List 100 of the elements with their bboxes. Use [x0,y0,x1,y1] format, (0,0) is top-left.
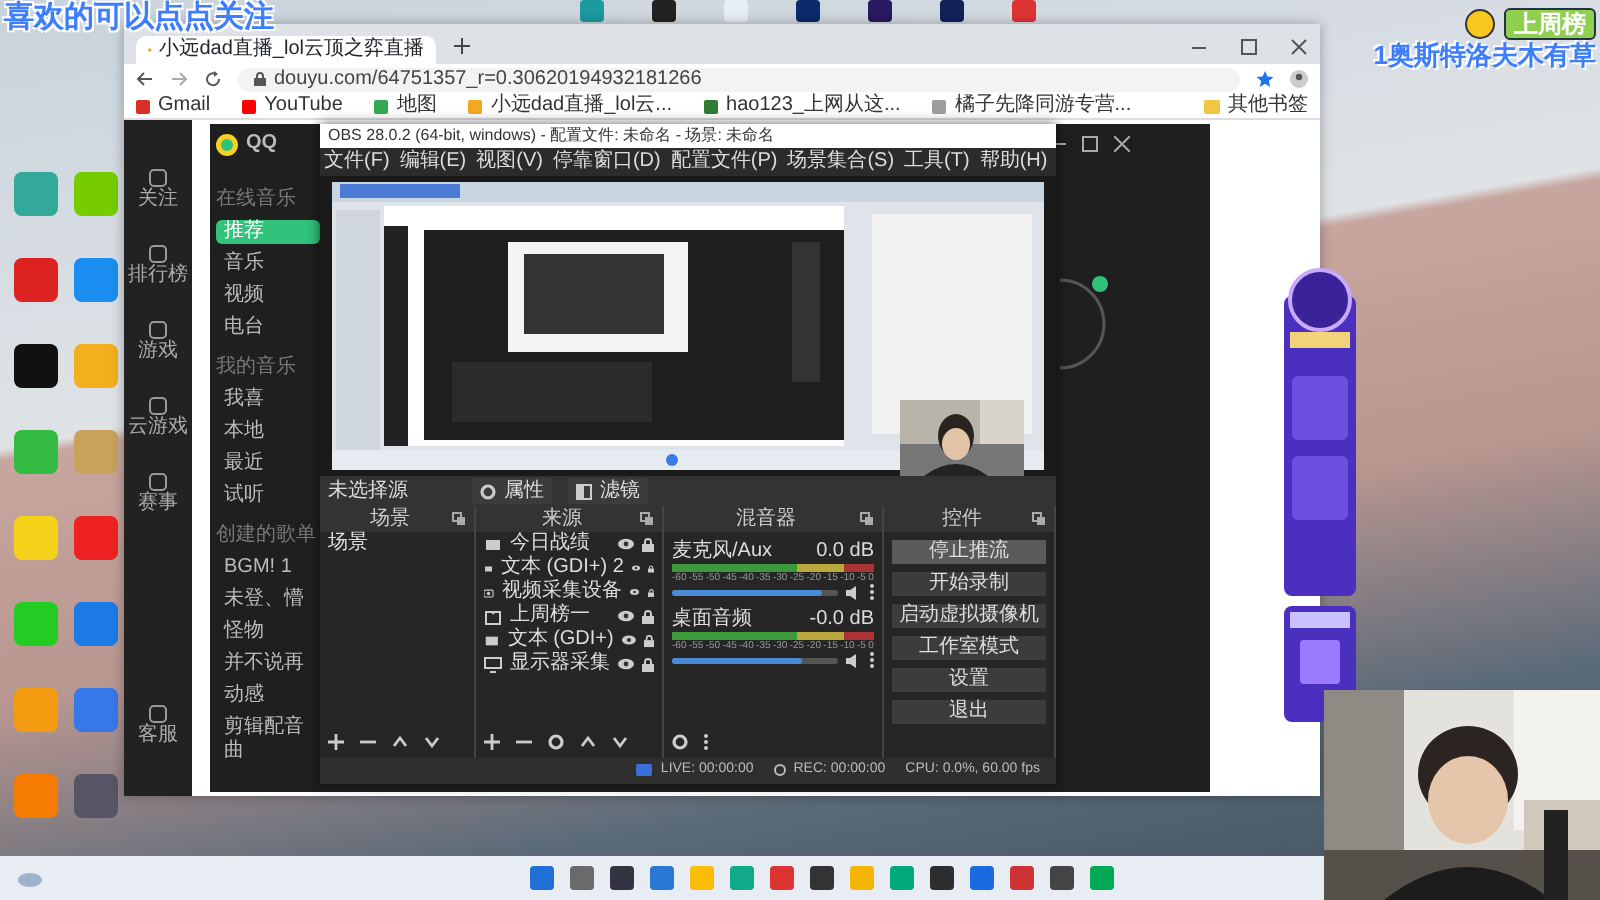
undock-icon[interactable] [860,512,874,526]
lock-icon[interactable] [642,657,654,671]
menu-item[interactable]: BGM! 1 [216,556,320,580]
visibility-icon[interactable] [630,586,640,598]
menu-item[interactable]: 停靠窗口(D) [552,150,661,174]
nav-item[interactable]: 赛事 [138,472,178,516]
star-icon[interactable] [1256,70,1274,88]
volume-slider[interactable] [672,657,838,663]
menu-item[interactable]: 电台 [216,316,320,340]
source-item[interactable]: 文本 (GDI+) [507,628,614,652]
taskbar-app-icon[interactable] [930,866,954,890]
back-icon[interactable] [136,70,154,88]
menu-item[interactable]: 音乐 [216,252,320,276]
rank-name: 1奥斯特洛夫木有草 [1373,40,1596,72]
volume-slider[interactable] [672,589,838,595]
menu-item[interactable]: 场景集合(S) [787,150,895,174]
bookmark[interactable]: 小远dad直播_lol云... [468,94,673,118]
move-down-icon[interactable] [612,734,628,750]
menu-item[interactable]: 视图(V) [476,150,543,174]
nav-item[interactable]: 客服 [138,704,178,748]
maximize-icon[interactable] [1082,136,1098,152]
nav-icon [148,168,168,188]
maximize-icon[interactable] [1240,38,1258,56]
bookmark[interactable]: hao123_上网从这... [704,94,901,118]
filter-icon [576,483,592,499]
menu-item[interactable]: 视频 [216,284,320,308]
visibility-icon[interactable] [618,658,634,670]
undock-icon[interactable] [640,512,654,526]
scene-item[interactable]: 场景 [320,532,474,556]
close-icon[interactable] [1114,136,1130,152]
gear-icon[interactable] [548,734,564,750]
source-item[interactable]: 上周榜一 [510,604,610,628]
nav-item[interactable]: 排行榜 [128,244,188,288]
new-tab-icon[interactable] [452,36,472,56]
menu-item[interactable]: 配置文件(P) [670,150,778,174]
app-icon[interactable] [12,344,60,388]
source-item[interactable]: 今日战绩 [510,532,610,556]
menu-item[interactable]: 怪物 [216,620,320,644]
menu-item[interactable]: 帮助(H) [979,150,1048,174]
control-button[interactable]: 启动虚拟摄像机 [892,604,1046,628]
control-button[interactable]: 设置 [892,668,1046,692]
taskbar-app-icon[interactable] [610,866,634,890]
control-button[interactable]: 开始录制 [892,572,1046,596]
visibility-icon[interactable] [631,562,640,574]
undock-icon[interactable] [1032,512,1046,526]
menu-item[interactable]: 最近 [216,452,320,476]
add-icon[interactable] [328,734,344,750]
bookmark[interactable]: 橘子先降同游专营... [932,94,1132,118]
nav-item[interactable]: 游戏 [138,320,178,364]
nav-item[interactable]: 云游戏 [128,396,188,440]
menu-item[interactable]: 编辑(E) [399,150,467,174]
control-button[interactable]: 工作室模式 [892,636,1046,660]
filters-button[interactable]: 滤镜 [568,478,648,504]
visibility-icon[interactable] [618,610,634,622]
control-button[interactable]: 退出 [892,700,1046,724]
undock-icon[interactable] [452,512,466,526]
bookmark-folder[interactable]: 其他书签 [1204,94,1308,118]
bookmark[interactable]: 地图 [374,94,437,118]
panel-title: 混音器 [734,507,798,531]
menu-item[interactable]: 试听 [216,484,320,508]
move-up-icon[interactable] [580,734,596,750]
move-up-icon[interactable] [392,734,408,750]
menu-item[interactable]: 我喜 [216,388,320,412]
source-item[interactable]: 文本 (GDI+) 2 [501,556,624,580]
speaker-icon[interactable] [846,585,862,599]
menu-item[interactable]: 剪辑配音曲 [216,716,320,764]
address-bar[interactable]: douyu.com/64751357_r=0.30620194932181266 [238,67,1240,91]
gear-icon[interactable] [672,734,688,750]
lock-icon[interactable] [647,585,654,599]
menu-item[interactable]: 动感 [216,684,320,708]
reload-icon[interactable] [204,70,222,88]
menu-item[interactable]: 文件(F) [324,150,390,174]
visibility-icon[interactable] [618,538,634,550]
lock-icon[interactable] [642,537,654,551]
menu-item[interactable]: 工具(T) [904,150,970,174]
properties-button[interactable]: 属性 [472,478,552,504]
lock-icon[interactable] [642,609,654,623]
taskbar-app-icon[interactable] [810,866,834,890]
profile-icon[interactable] [1290,70,1308,88]
menu-item[interactable]: 并不说再 [216,652,320,676]
nav-item[interactable]: 关注 [138,168,178,212]
source-item[interactable]: 视频采集设备 [502,580,623,604]
stream-caption: 喜欢的可以点点关注 [4,0,274,34]
control-button[interactable]: 停止推流 [892,540,1046,564]
bookmark[interactable]: Gmail [136,94,211,118]
lock-icon[interactable] [643,633,654,647]
close-icon[interactable] [1290,38,1308,56]
speaker-icon[interactable] [846,653,862,667]
menu-item[interactable]: 本地 [216,420,320,444]
move-down-icon[interactable] [424,734,440,750]
taskbar-app-icon[interactable] [1050,866,1074,890]
lock-icon[interactable] [647,561,654,575]
app-brand: QQ [246,132,278,156]
browser-tab[interactable]: 小远dad直播_lol云顶之弈直播 [136,36,436,64]
menu-item[interactable]: 未登、懵 [216,588,320,612]
bookmark[interactable]: YouTube [242,94,343,118]
add-icon[interactable] [484,734,500,750]
visibility-icon[interactable] [621,634,636,646]
monitor-icon [484,655,502,673]
source-item[interactable]: 显示器采集 [510,652,610,676]
